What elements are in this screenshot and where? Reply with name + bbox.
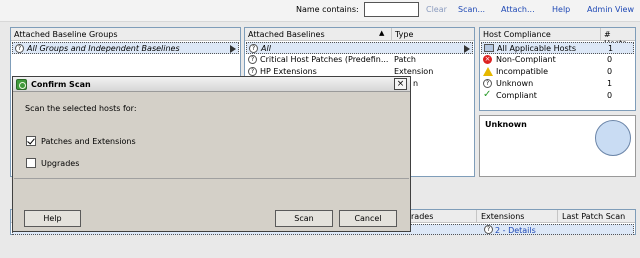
patches-extensions-label: Patches and Extensions xyxy=(41,137,136,146)
upgrades-label: Upgrades xyxy=(41,159,80,168)
col-type[interactable]: Type xyxy=(395,30,413,39)
help-button[interactable]: Help xyxy=(24,210,81,227)
baseline-groups-header[interactable]: Attached Baseline Groups xyxy=(11,28,240,41)
compliance-label: Unknown xyxy=(496,79,534,88)
compliance-count: 0 xyxy=(607,67,613,76)
col-host-compliance[interactable]: Host Compliance xyxy=(483,30,551,39)
close-icon[interactable]: × xyxy=(394,78,407,90)
column-divider xyxy=(476,210,477,223)
col-attached-baselines[interactable]: Attached Baselines xyxy=(248,30,325,39)
vmware-update-icon xyxy=(16,79,27,90)
warning-icon xyxy=(483,67,493,76)
column-divider xyxy=(557,210,558,223)
dialog-divider xyxy=(14,178,409,179)
patches-extensions-checkbox[interactable] xyxy=(26,136,36,146)
question-icon: ? xyxy=(248,55,257,64)
scan-link[interactable]: Scan... xyxy=(458,5,485,14)
host-compliance-header: Host Compliance # Hosts xyxy=(480,28,635,48)
cancel-button[interactable]: Cancel xyxy=(339,210,397,227)
toolbar: Name contains: Clear Scan... Attach... H… xyxy=(0,0,640,22)
baseline-row-all[interactable]: ? All xyxy=(246,42,473,54)
name-contains-input[interactable] xyxy=(364,2,419,17)
baseline-row-name: Critical Host Patches (Predefin... xyxy=(260,55,389,64)
error-icon: × xyxy=(483,55,492,64)
host-compliance-panel: Host Compliance # Hosts All Applicable H… xyxy=(479,27,636,111)
compliance-count: 1 xyxy=(607,79,613,88)
question-icon: ? xyxy=(484,225,493,234)
baseline-row-name: All xyxy=(261,44,271,53)
dialog-title-bar[interactable]: Confirm Scan × xyxy=(13,77,410,92)
admin-view-link[interactable]: Admin View xyxy=(587,5,634,14)
col-upgrades[interactable]: rades xyxy=(411,212,433,221)
groups-row-label: All Groups and Independent Baselines xyxy=(27,44,180,53)
checkmark-icon: ✓ xyxy=(483,89,492,100)
baseline-row-type: n xyxy=(413,79,419,88)
baseline-row[interactable]: ? Critical Host Patches (Predefin... Pat… xyxy=(246,54,473,66)
compliance-label: Compliant xyxy=(496,91,537,100)
upgrades-checkbox[interactable] xyxy=(26,158,36,168)
confirm-scan-dialog: Confirm Scan × Scan the selected hosts f… xyxy=(12,76,411,232)
compliance-label: All Applicable Hosts xyxy=(497,44,576,53)
compliance-row-incompatible[interactable]: Incompatible 0 xyxy=(481,66,634,78)
col-extensions[interactable]: Extensions xyxy=(481,212,524,221)
dialog-prompt: Scan the selected hosts for: xyxy=(25,104,137,113)
column-divider xyxy=(391,28,392,41)
groups-row-all[interactable]: ? All Groups and Independent Baselines xyxy=(12,42,239,54)
hosts-icon xyxy=(484,44,494,52)
status-title: Unknown xyxy=(485,120,527,129)
question-icon: ? xyxy=(15,44,24,53)
sort-arrow-icon: ▲ xyxy=(379,29,385,37)
compliance-row-unknown[interactable]: ? Unknown 1 xyxy=(481,78,634,90)
baseline-row-name: HP Extensions xyxy=(260,67,317,76)
compliance-row-all[interactable]: All Applicable Hosts 1 xyxy=(481,42,634,54)
compliance-row-noncompliant[interactable]: × Non-Compliant 0 xyxy=(481,54,634,66)
attached-baselines-header: Attached Baselines ▲ Type xyxy=(245,28,474,41)
question-icon: ? xyxy=(248,67,257,76)
extensions-details-link[interactable]: 2 - Details xyxy=(495,226,536,235)
baseline-row-type: Patch xyxy=(394,55,416,64)
attach-link[interactable]: Attach... xyxy=(501,5,535,14)
dialog-title: Confirm Scan xyxy=(31,80,91,89)
question-icon: ? xyxy=(483,79,492,88)
compliance-label: Non-Compliant xyxy=(496,55,556,64)
help-link[interactable]: Help xyxy=(552,5,570,14)
clear-link[interactable]: Clear xyxy=(426,5,447,14)
column-divider xyxy=(600,28,601,41)
scan-button[interactable]: Scan xyxy=(275,210,333,227)
compliance-count: 0 xyxy=(607,55,613,64)
compliance-count: 1 xyxy=(608,44,614,53)
question-icon: ? xyxy=(249,44,258,53)
compliance-count: 0 xyxy=(607,91,613,100)
unknown-status-chart xyxy=(595,120,631,156)
baseline-groups-header-label: Attached Baseline Groups xyxy=(14,30,118,39)
compliance-row-compliant[interactable]: ✓ Compliant 0 xyxy=(481,89,634,102)
compliance-label: Incompatible xyxy=(496,67,549,76)
baseline-row-type: Extension xyxy=(394,67,434,76)
expand-arrow-icon[interactable] xyxy=(464,45,470,53)
expand-arrow-icon[interactable] xyxy=(230,45,236,53)
name-contains-label: Name contains: xyxy=(296,5,359,14)
